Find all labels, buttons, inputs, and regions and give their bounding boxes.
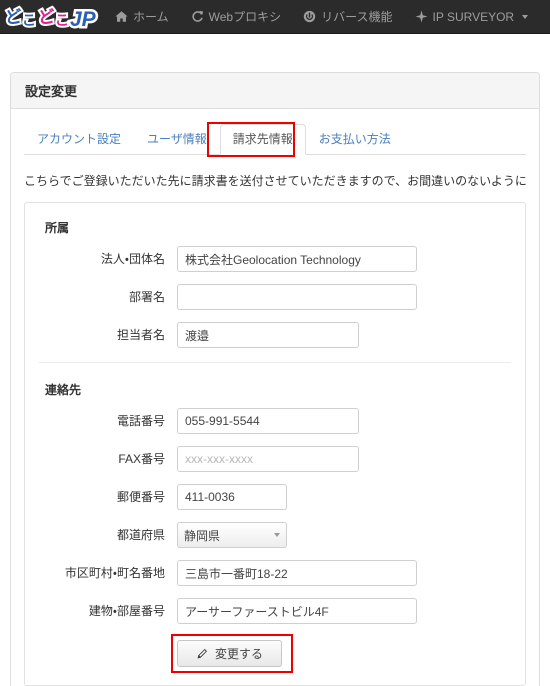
field-row-fax: FAX番号 xyxy=(39,446,511,472)
top-navbar: ど ど こ こ ど ど こ こ JP JP ホーム Webプロキシ リバース機能… xyxy=(0,0,550,34)
postal-code-input[interactable] xyxy=(177,484,287,510)
panel-header: 設定変更 xyxy=(11,73,539,109)
building-room-input[interactable] xyxy=(177,598,417,624)
field-row-city: 市区町村・町名番地 xyxy=(39,560,511,586)
page-content: 設定変更 アカウント設定 ユーザ情報 請求先情報 お支払い方法 こちらでご登録い… xyxy=(0,72,550,686)
submit-row: 変更する xyxy=(39,634,511,673)
phone-number-input[interactable] xyxy=(177,408,359,434)
tab-account-settings-label: アカウント設定 xyxy=(37,132,122,146)
nav-item-reverse-label: リバース機能 xyxy=(321,9,393,24)
tab-list: アカウント設定 ユーザ情報 請求先情報 お支払い方法 xyxy=(24,124,526,155)
chevron-down-icon xyxy=(274,533,280,537)
lead-description: こちらでご登録いただいた先に請求書を送付させていただきますので、お間違いのないよ… xyxy=(24,174,526,188)
field-label-building: 建物・部屋番号 xyxy=(88,604,165,618)
nav-item-web-proxy-label: Webプロキシ xyxy=(208,9,282,24)
tab-user-info[interactable]: ユーザ情報 xyxy=(134,124,220,155)
svg-text:JP: JP xyxy=(70,8,97,31)
svg-text:こ: こ xyxy=(22,12,36,28)
field-row-postal: 郵便番号 xyxy=(39,484,511,510)
field-label-company: 法人・団体名 xyxy=(100,252,165,266)
nav-item-reverse[interactable]: リバース機能 xyxy=(292,0,403,33)
tab-payment-method[interactable]: お支払い方法 xyxy=(306,124,404,155)
change-submit-button[interactable]: 変更する xyxy=(177,640,283,667)
svg-text:ど: ど xyxy=(37,7,56,28)
field-label-fax: FAX番号 xyxy=(118,452,165,466)
field-row-prefecture: 都道府県 静岡県 xyxy=(39,522,511,548)
nav-item-home[interactable]: ホーム xyxy=(104,0,180,33)
department-name-input[interactable] xyxy=(177,284,417,310)
nav-item-web-proxy[interactable]: Webプロキシ xyxy=(180,0,292,33)
refresh-icon xyxy=(191,10,204,23)
tab-payment-method-label: お支払い方法 xyxy=(318,132,391,146)
billing-form: 所属 法人・団体名 部署名 担当者名 連絡先 電話番号 xyxy=(24,202,526,686)
nav-item-ip-surveyor-label: IP SURVEYOR xyxy=(432,9,515,24)
prefecture-select-value: 静岡県 xyxy=(184,528,221,543)
tab-user-info-label: ユーザ情報 xyxy=(147,132,207,146)
tabs-container: アカウント設定 ユーザ情報 請求先情報 お支払い方法 xyxy=(24,122,526,157)
section-divider xyxy=(39,362,511,363)
page-title: 設定変更 xyxy=(25,84,78,99)
group-title-affiliation: 所属 xyxy=(45,221,70,235)
settings-panel: 設定変更 アカウント設定 ユーザ情報 請求先情報 お支払い方法 こちらでご登録い… xyxy=(10,72,540,686)
field-label-contact-person: 担当者名 xyxy=(116,328,165,342)
field-row-department: 部署名 xyxy=(39,284,511,310)
field-row-contact-person: 担当者名 xyxy=(39,322,511,348)
contact-person-input[interactable] xyxy=(177,322,359,348)
company-name-input[interactable] xyxy=(177,246,417,272)
field-label-city: 市区町村・町名番地 xyxy=(64,566,165,580)
nav-item-options[interactable]: オプション xyxy=(539,0,550,33)
field-label-phone: 電話番号 xyxy=(116,414,165,428)
submit-button-holder: 変更する xyxy=(171,634,293,673)
svg-text:こ: こ xyxy=(55,12,69,28)
city-address-input[interactable] xyxy=(177,560,417,586)
tab-billing-info-label: 請求先情報 xyxy=(232,132,293,146)
home-icon xyxy=(115,10,128,23)
group-title-contact: 連絡先 xyxy=(45,383,82,397)
field-label-postal: 郵便番号 xyxy=(116,490,165,504)
nav-item-home-label: ホーム xyxy=(133,9,169,24)
panel-body: アカウント設定 ユーザ情報 請求先情報 お支払い方法 こちらでご登録いただいた先… xyxy=(11,109,539,686)
brand-logo[interactable]: ど ど こ こ ど ど こ こ JP JP xyxy=(0,0,104,33)
submit-spacer xyxy=(39,640,177,667)
brand-logo-glyph: ど ど こ こ ど ど こ こ JP JP xyxy=(2,5,99,33)
svg-text:ど: ど xyxy=(4,7,23,28)
chevron-down-icon xyxy=(522,14,529,19)
pencil-icon xyxy=(196,648,208,660)
navbar-menu: ホーム Webプロキシ リバース機能 IP SURVEYOR xyxy=(104,0,550,33)
field-label-prefecture: 都道府県 xyxy=(116,528,165,542)
field-label-department: 部署名 xyxy=(128,290,165,304)
field-row-phone: 電話番号 xyxy=(39,408,511,434)
power-icon xyxy=(303,10,316,23)
field-row-company: 法人・団体名 xyxy=(39,246,511,272)
change-submit-button-label: 変更する xyxy=(215,647,264,661)
tab-account-settings[interactable]: アカウント設定 xyxy=(24,124,134,155)
nav-item-ip-surveyor[interactable]: IP SURVEYOR xyxy=(404,0,540,33)
prefecture-select[interactable]: 静岡県 xyxy=(177,522,287,548)
compass-icon xyxy=(415,10,428,23)
field-row-building: 建物・部屋番号 xyxy=(39,598,511,624)
fax-number-input[interactable] xyxy=(177,446,359,472)
tab-billing-info[interactable]: 請求先情報 xyxy=(219,124,306,155)
